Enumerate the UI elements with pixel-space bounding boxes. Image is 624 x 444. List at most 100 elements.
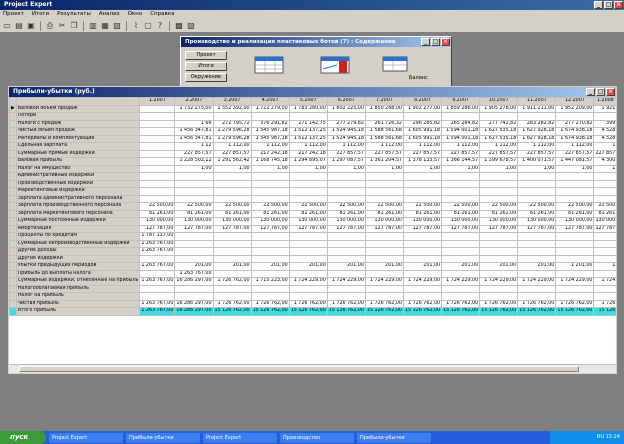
table-cell[interactable] (174, 284, 214, 293)
table-cell[interactable]: 15 126 762,00 (326, 307, 366, 316)
table-cell[interactable]: 201,00 (402, 262, 443, 271)
table-cell[interactable]: 81 261,00 (212, 209, 252, 218)
table-cell[interactable]: 81 261,00 (288, 209, 328, 218)
table-cell[interactable]: 1 112,00 (441, 142, 481, 151)
table-cell[interactable]: 1,00 (212, 164, 252, 173)
table-cell[interactable]: 130 000,00 (326, 217, 366, 226)
table-cell[interactable] (326, 172, 366, 181)
table-cell[interactable] (174, 179, 214, 188)
menu-item[interactable]: Справка (150, 10, 174, 19)
table-cell[interactable] (174, 239, 214, 248)
table-cell[interactable]: 277 742,82 (479, 119, 519, 128)
table-cell[interactable]: 1 921 (593, 104, 616, 113)
table-cell[interactable]: 227 857,57 (517, 149, 557, 158)
table-cell[interactable]: 1 588 561,68 (364, 134, 404, 143)
table-cell[interactable] (517, 187, 557, 196)
column-header[interactable]: 6.2007 (326, 97, 366, 106)
table-row[interactable]: Проценты по кредитам 1 787 137,00 (9, 232, 616, 241)
menu-item[interactable]: Анализ (99, 10, 120, 19)
table-cell[interactable] (593, 112, 616, 121)
table-cell[interactable]: 227 857,57 (326, 149, 366, 158)
table-cell[interactable]: 127 787 (593, 224, 616, 233)
table-cell[interactable]: 1 905 278,00 (479, 104, 519, 113)
row-indicator[interactable] (9, 224, 17, 233)
table-cell[interactable]: 1 447 081,57 (555, 157, 595, 166)
table-cell[interactable] (212, 179, 252, 188)
table-cell[interactable] (212, 247, 252, 256)
table-cell[interactable]: 22 500,00 (441, 202, 481, 211)
table-cell[interactable]: 16 286 297,00 (174, 307, 214, 316)
table-cell[interactable]: 217 242,18 (288, 149, 328, 158)
table-cell[interactable]: 201,00 (441, 262, 481, 271)
table-cell[interactable]: 1 802 225,00 (326, 104, 366, 113)
table-cell[interactable]: 1 726 762,00 (555, 299, 595, 308)
table-cell[interactable] (364, 284, 404, 293)
table-cell[interactable]: 130 000,00 (517, 217, 557, 226)
table-cell[interactable]: 81 261,00 (555, 209, 595, 218)
table-cell[interactable] (326, 194, 366, 203)
table-icon[interactable]: ▦ (100, 21, 110, 31)
chart-icon[interactable]: ▥ (88, 21, 98, 31)
table-cell[interactable]: 127 787,00 (250, 224, 290, 233)
table-cell[interactable]: 1 279 596,28 (212, 134, 252, 143)
save-icon[interactable]: ▣ (26, 21, 36, 31)
table-cell[interactable]: 1 201,00 (555, 262, 595, 271)
table-cell[interactable] (139, 187, 176, 196)
table-cell[interactable] (174, 112, 214, 121)
column-header[interactable]: 11.2007 (517, 97, 557, 106)
table-cell[interactable]: 1 850 288,00 (364, 104, 404, 113)
table-cell[interactable]: 1 627 928,18 (517, 127, 557, 136)
table-cell[interactable] (364, 179, 404, 188)
table-cell[interactable]: 1,00 (288, 164, 328, 173)
open-icon[interactable]: ▤ (14, 21, 24, 31)
table-cell[interactable]: 22 500,00 (479, 202, 519, 211)
table-cell[interactable]: 1 902 277,00 (402, 104, 443, 113)
table-cell[interactable]: 4 528 (593, 127, 616, 136)
table-cell[interactable]: 81 261,00 (326, 209, 366, 218)
table-cell[interactable]: 1,00 (364, 164, 404, 173)
table-cell[interactable] (174, 254, 214, 263)
table-cell[interactable] (364, 187, 404, 196)
row-indicator[interactable] (9, 112, 17, 121)
table-cell[interactable] (555, 247, 595, 256)
table-cell[interactable] (250, 254, 290, 263)
table-cell[interactable]: 130 000,00 (441, 217, 481, 226)
table-cell[interactable] (479, 187, 519, 196)
row-indicator[interactable] (9, 262, 17, 271)
table-cell[interactable] (288, 292, 328, 301)
table-cell[interactable] (402, 247, 443, 256)
table-cell[interactable]: 22 500,00 (174, 202, 214, 211)
table-row[interactable]: Убытки предыдущих периодов 1 263 767,00 20… (9, 262, 616, 271)
table-cell[interactable]: 130 000 (593, 217, 616, 226)
table-cell[interactable] (212, 254, 252, 263)
table-cell[interactable]: 1 726 762,00 (250, 299, 290, 308)
table-cell[interactable]: 1 66 (174, 119, 214, 128)
table-row[interactable]: Чистый объем продаж 1 456 347,81 1 279 596… (9, 127, 616, 136)
table-cell[interactable]: 1 726 762,00 (517, 299, 557, 308)
table-cell[interactable] (326, 247, 366, 256)
table-cell[interactable]: 1 724 229,00 (479, 277, 519, 286)
table-cell[interactable] (326, 187, 366, 196)
column-header[interactable]: 7.2007 (364, 97, 404, 106)
print-icon[interactable]: ⎙ (45, 21, 55, 31)
table-cell[interactable]: 1 726 762,00 (364, 299, 404, 308)
table-cell[interactable] (139, 292, 176, 301)
table-cell[interactable] (555, 179, 595, 188)
table-cell[interactable]: 1 263 767,00 (174, 269, 214, 278)
table-row[interactable]: Зарплата административного персонала (9, 194, 616, 203)
table-cell[interactable]: 1 627 535,18 (479, 127, 519, 136)
table-cell[interactable] (402, 187, 443, 196)
table-cell[interactable]: 1,00 (402, 164, 443, 173)
table-cell[interactable]: 1 263 767,00 (139, 247, 176, 256)
table-cell[interactable]: 81 261,00 (479, 209, 519, 218)
table-cell[interactable]: 16 286 297,00 (174, 277, 214, 286)
table-cell[interactable]: 127 787,00 (479, 224, 519, 233)
minimize-button[interactable]: _ (421, 38, 430, 46)
table-row[interactable]: Налог на имущество 1,00 1,00 1,00 1,00 1,00 1,… (9, 164, 616, 173)
row-indicator[interactable] (9, 292, 17, 301)
table-cell[interactable]: 1 724 229,00 (364, 277, 404, 286)
table-cell[interactable]: 81 261,00 (174, 209, 214, 218)
table-cell[interactable]: 22 500,00 (212, 202, 252, 211)
row-indicator[interactable] (9, 277, 17, 286)
table-cell[interactable] (139, 142, 176, 151)
